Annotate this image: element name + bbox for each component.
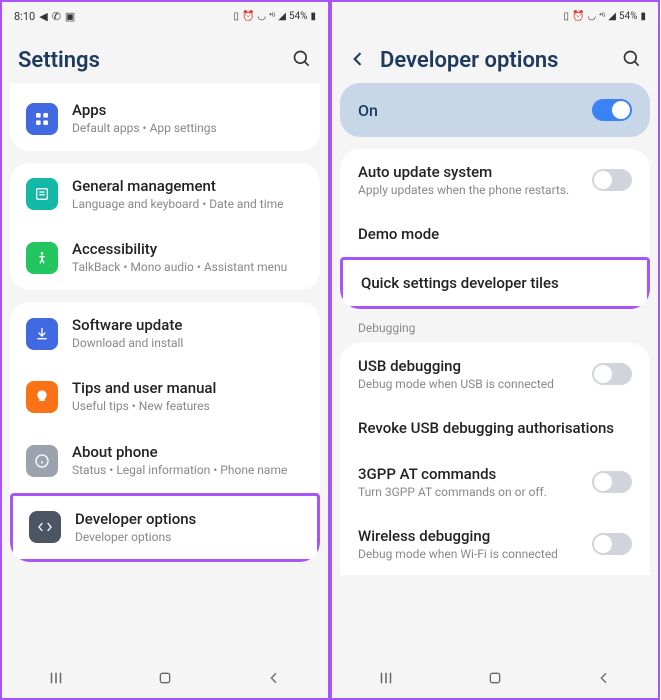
telegram-icon: ◀ xyxy=(39,10,47,23)
about-icon xyxy=(26,445,58,477)
whatsapp-icon: ✆ xyxy=(52,10,61,23)
item-3gpp[interactable]: 3GPP AT commands Turn 3GPP AT commands o… xyxy=(340,451,650,513)
volte-icon: ⁴ᴳ xyxy=(599,12,605,20)
gpp-toggle[interactable] xyxy=(592,471,632,493)
auto-update-toggle[interactable] xyxy=(592,169,632,191)
settings-content: Apps Default apps • App settings General… xyxy=(2,83,328,658)
apps-icon xyxy=(26,103,58,135)
apps-sub: Default apps • App settings xyxy=(72,121,304,137)
on-label: On xyxy=(358,101,378,120)
tips-sub: Useful tips • New features xyxy=(72,399,304,415)
recents-button[interactable] xyxy=(374,666,398,690)
accessibility-sub: TalkBack • Mono audio • Assistant menu xyxy=(72,260,304,276)
page-title: Developer options xyxy=(380,48,559,73)
tips-icon xyxy=(26,381,58,413)
alarm-icon: ⏰ xyxy=(242,11,254,22)
gpp-title: 3GPP AT commands xyxy=(358,465,547,483)
recents-button[interactable] xyxy=(44,666,68,690)
general-icon xyxy=(26,178,58,210)
item-quick-settings[interactable]: Quick settings developer tiles xyxy=(340,257,650,309)
home-button[interactable] xyxy=(153,666,177,690)
wifi-icon: ◡ xyxy=(587,11,596,22)
wifi-icon: ◡ xyxy=(257,11,266,22)
signal-icon: ◢ xyxy=(608,11,616,22)
quick-title: Quick settings developer tiles xyxy=(361,274,629,292)
back-button[interactable] xyxy=(262,666,286,690)
settings-item-about[interactable]: About phone Status • Legal information •… xyxy=(10,429,320,493)
gpp-sub: Turn 3GPP AT commands on or off. xyxy=(358,485,547,499)
apps-title: Apps xyxy=(72,101,304,119)
status-bar: ▯ ⏰ ◡ ⁴ᴳ ◢ 54% ▮ xyxy=(332,2,658,30)
wireless-title: Wireless debugging xyxy=(358,527,558,545)
wireless-toggle[interactable] xyxy=(592,533,632,555)
nav-bar xyxy=(332,658,658,698)
battery-percent: 54% xyxy=(619,11,638,22)
item-demo-mode[interactable]: Demo mode xyxy=(340,211,650,257)
status-bar: 8:10 ◀ ✆ ▣ ▯ ⏰ ◡ ⁴ᴳ ◢ 54% ▮ xyxy=(2,2,328,30)
battery-icon: ▮ xyxy=(310,11,316,22)
settings-item-software[interactable]: Software update Download and install xyxy=(10,302,320,366)
left-phone: 8:10 ◀ ✆ ▣ ▯ ⏰ ◡ ⁴ᴳ ◢ 54% ▮ Settings App… xyxy=(0,0,330,700)
software-icon xyxy=(26,318,58,350)
signal-icon: ◢ xyxy=(278,11,286,22)
page-title: Settings xyxy=(18,48,100,73)
item-wireless-debugging[interactable]: Wireless debugging Debug mode when Wi-Fi… xyxy=(340,513,650,575)
usb-sub: Debug mode when USB is connected xyxy=(358,377,554,391)
settings-header: Settings xyxy=(2,30,328,83)
general-sub: Language and keyboard • Date and time xyxy=(72,197,304,213)
about-sub: Status • Legal information • Phone name xyxy=(72,463,304,479)
battery-percent: 54% xyxy=(289,11,308,22)
section-debugging: Debugging xyxy=(340,321,650,343)
about-title: About phone xyxy=(72,443,304,461)
wireless-sub: Debug mode when Wi-Fi is connected xyxy=(358,547,558,561)
settings-item-tips[interactable]: Tips and user manual Useful tips • New f… xyxy=(10,365,320,429)
settings-item-general[interactable]: General management Language and keyboard… xyxy=(10,163,320,227)
developer-sub: Developer options xyxy=(75,530,301,546)
software-sub: Download and install xyxy=(72,336,304,352)
usb-toggle[interactable] xyxy=(592,363,632,385)
settings-item-apps[interactable]: Apps Default apps • App settings xyxy=(10,87,320,151)
master-toggle-card: On xyxy=(340,83,650,137)
usb-title: USB debugging xyxy=(358,357,554,375)
settings-item-developer[interactable]: Developer options Developer options xyxy=(10,493,320,563)
developer-icon xyxy=(29,511,61,543)
settings-item-accessibility[interactable]: Accessibility TalkBack • Mono audio • As… xyxy=(10,226,320,290)
nav-bar xyxy=(2,658,328,698)
nfc-icon: ▯ xyxy=(563,11,569,22)
developer-content: On Auto update system Apply updates when… xyxy=(332,83,658,658)
search-icon[interactable] xyxy=(622,49,642,73)
item-auto-update[interactable]: Auto update system Apply updates when th… xyxy=(340,149,650,211)
item-revoke[interactable]: Revoke USB debugging authorisations xyxy=(340,405,650,451)
alarm-icon: ⏰ xyxy=(572,11,584,22)
auto-update-sub: Apply updates when the phone restarts. xyxy=(358,183,569,197)
tips-title: Tips and user manual xyxy=(72,379,304,397)
revoke-title: Revoke USB debugging authorisations xyxy=(358,419,632,437)
right-phone: ▯ ⏰ ◡ ⁴ᴳ ◢ 54% ▮ Developer options On xyxy=(330,0,660,700)
developer-title: Developer options xyxy=(75,510,301,528)
general-title: General management xyxy=(72,177,304,195)
software-title: Software update xyxy=(72,316,304,334)
home-button[interactable] xyxy=(483,666,507,690)
accessibility-title: Accessibility xyxy=(72,240,304,258)
volte-icon: ⁴ᴳ xyxy=(269,12,275,20)
status-time: 8:10 xyxy=(14,10,35,23)
accessibility-icon xyxy=(26,242,58,274)
demo-title: Demo mode xyxy=(358,225,632,243)
search-icon[interactable] xyxy=(292,49,312,73)
developer-header: Developer options xyxy=(332,30,658,83)
back-button[interactable] xyxy=(592,666,616,690)
battery-icon: ▮ xyxy=(640,11,646,22)
image-icon: ▣ xyxy=(65,10,75,23)
auto-update-title: Auto update system xyxy=(358,163,569,181)
back-icon[interactable] xyxy=(348,49,368,73)
master-toggle[interactable] xyxy=(592,99,632,121)
item-usb-debugging[interactable]: USB debugging Debug mode when USB is con… xyxy=(340,343,650,405)
nfc-icon: ▯ xyxy=(233,11,239,22)
